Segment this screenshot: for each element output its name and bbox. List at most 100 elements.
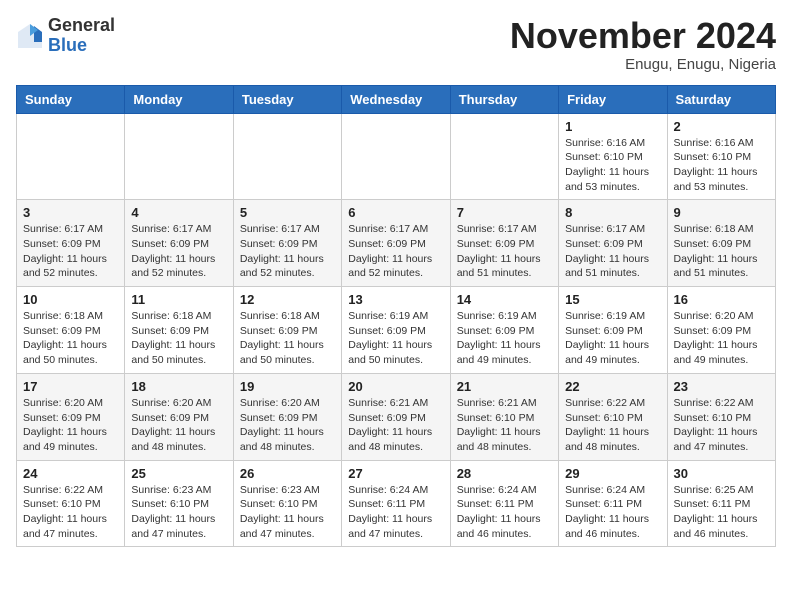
day-info: Sunrise: 6:19 AM Sunset: 6:09 PM Dayligh…	[348, 309, 443, 368]
day-info: Sunrise: 6:22 AM Sunset: 6:10 PM Dayligh…	[23, 483, 118, 542]
day-number: 26	[240, 466, 335, 481]
calendar-cell: 13 Sunrise: 6:19 AM Sunset: 6:09 PM Dayli…	[342, 287, 450, 374]
day-number: 30	[674, 466, 769, 481]
title-area: November 2024 Enugu, Enugu, Nigeria	[510, 16, 776, 73]
logo-icon	[16, 22, 44, 50]
day-info: Sunrise: 6:20 AM Sunset: 6:09 PM Dayligh…	[23, 396, 118, 455]
day-number: 20	[348, 379, 443, 394]
day-info: Sunrise: 6:16 AM Sunset: 6:10 PM Dayligh…	[565, 136, 660, 195]
day-info: Sunrise: 6:24 AM Sunset: 6:11 PM Dayligh…	[457, 483, 552, 542]
calendar-cell: 9 Sunrise: 6:18 AM Sunset: 6:09 PM Daylig…	[667, 200, 775, 287]
day-number: 10	[23, 292, 118, 307]
day-info: Sunrise: 6:24 AM Sunset: 6:11 PM Dayligh…	[565, 483, 660, 542]
day-info: Sunrise: 6:17 AM Sunset: 6:09 PM Dayligh…	[23, 222, 118, 281]
day-info: Sunrise: 6:17 AM Sunset: 6:09 PM Dayligh…	[131, 222, 226, 281]
calendar-cell: 14Sunrise: 6:19 AM Sunset: 6:09 PM Dayli…	[450, 287, 558, 374]
day-number: 23	[674, 379, 769, 394]
day-header-monday: Monday	[125, 85, 233, 113]
day-header-tuesday: Tuesday	[233, 85, 341, 113]
day-info: Sunrise: 6:19 AM Sunset: 6:09 PM Dayligh…	[565, 309, 660, 368]
day-info: Sunrise: 6:17 AM Sunset: 6:09 PM Dayligh…	[348, 222, 443, 281]
calendar-cell: 19 Sunrise: 6:20 AM Sunset: 6:09 PM Dayli…	[233, 373, 341, 460]
day-info: Sunrise: 6:20 AM Sunset: 6:09 PM Dayligh…	[240, 396, 335, 455]
day-number: 2	[674, 119, 769, 134]
day-number: 25	[131, 466, 226, 481]
day-number: 5	[240, 205, 335, 220]
day-number: 17	[23, 379, 118, 394]
logo-text: General Blue	[48, 16, 115, 56]
day-info: Sunrise: 6:18 AM Sunset: 6:09 PM Dayligh…	[240, 309, 335, 368]
logo-blue: Blue	[48, 36, 115, 56]
calendar-cell: 16 Sunrise: 6:20 AM Sunset: 6:09 PM Dayli…	[667, 287, 775, 374]
day-number: 1	[565, 119, 660, 134]
day-number: 27	[348, 466, 443, 481]
day-info: Sunrise: 6:21 AM Sunset: 6:09 PM Dayligh…	[348, 396, 443, 455]
day-info: Sunrise: 6:25 AM Sunset: 6:11 PM Dayligh…	[674, 483, 769, 542]
day-number: 7	[457, 205, 552, 220]
calendar-cell: 15 Sunrise: 6:19 AM Sunset: 6:09 PM Dayli…	[559, 287, 667, 374]
calendar-cell: 18Sunrise: 6:20 AM Sunset: 6:09 PM Dayli…	[125, 373, 233, 460]
day-number: 22	[565, 379, 660, 394]
day-info: Sunrise: 6:17 AM Sunset: 6:09 PM Dayligh…	[457, 222, 552, 281]
day-number: 18	[131, 379, 226, 394]
calendar-cell: 10 Sunrise: 6:18 AM Sunset: 6:09 PM Dayli…	[17, 287, 125, 374]
calendar-cell: 7 Sunrise: 6:17 AM Sunset: 6:09 PM Daylig…	[450, 200, 558, 287]
calendar-cell: 17 Sunrise: 6:20 AM Sunset: 6:09 PM Dayli…	[17, 373, 125, 460]
calendar-header-row: SundayMondayTuesdayWednesdayThursdayFrid…	[17, 85, 776, 113]
day-number: 24	[23, 466, 118, 481]
day-info: Sunrise: 6:22 AM Sunset: 6:10 PM Dayligh…	[674, 396, 769, 455]
calendar-week-4: 17 Sunrise: 6:20 AM Sunset: 6:09 PM Dayli…	[17, 373, 776, 460]
calendar-cell: 24 Sunrise: 6:22 AM Sunset: 6:10 PM Dayli…	[17, 460, 125, 547]
day-info: Sunrise: 6:18 AM Sunset: 6:09 PM Dayligh…	[674, 222, 769, 281]
calendar-cell	[450, 113, 558, 200]
day-info: Sunrise: 6:23 AM Sunset: 6:10 PM Dayligh…	[131, 483, 226, 542]
day-number: 29	[565, 466, 660, 481]
day-info: Sunrise: 6:20 AM Sunset: 6:09 PM Dayligh…	[674, 309, 769, 368]
day-info: Sunrise: 6:23 AM Sunset: 6:10 PM Dayligh…	[240, 483, 335, 542]
calendar-cell	[125, 113, 233, 200]
day-header-friday: Friday	[559, 85, 667, 113]
day-info: Sunrise: 6:17 AM Sunset: 6:09 PM Dayligh…	[565, 222, 660, 281]
calendar-cell: 29 Sunrise: 6:24 AM Sunset: 6:11 PM Dayli…	[559, 460, 667, 547]
day-number: 19	[240, 379, 335, 394]
calendar-cell: 2 Sunrise: 6:16 AM Sunset: 6:10 PM Daylig…	[667, 113, 775, 200]
day-number: 16	[674, 292, 769, 307]
calendar-cell: 28 Sunrise: 6:24 AM Sunset: 6:11 PM Dayli…	[450, 460, 558, 547]
day-header-saturday: Saturday	[667, 85, 775, 113]
day-number: 15	[565, 292, 660, 307]
day-number: 28	[457, 466, 552, 481]
calendar-week-1: 1 Sunrise: 6:16 AM Sunset: 6:10 PM Daylig…	[17, 113, 776, 200]
day-info: Sunrise: 6:24 AM Sunset: 6:11 PM Dayligh…	[348, 483, 443, 542]
calendar-cell: 12 Sunrise: 6:18 AM Sunset: 6:09 PM Dayli…	[233, 287, 341, 374]
calendar-cell: 1 Sunrise: 6:16 AM Sunset: 6:10 PM Daylig…	[559, 113, 667, 200]
calendar-cell: 8 Sunrise: 6:17 AM Sunset: 6:09 PM Daylig…	[559, 200, 667, 287]
calendar-cell: 27 Sunrise: 6:24 AM Sunset: 6:11 PM Dayli…	[342, 460, 450, 547]
day-number: 21	[457, 379, 552, 394]
calendar-cell	[233, 113, 341, 200]
day-number: 6	[348, 205, 443, 220]
calendar-cell: 25 Sunrise: 6:23 AM Sunset: 6:10 PM Dayli…	[125, 460, 233, 547]
day-info: Sunrise: 6:19 AM Sunset: 6:09 PM Dayligh…	[457, 309, 552, 368]
day-header-sunday: Sunday	[17, 85, 125, 113]
calendar-cell: 23 Sunrise: 6:22 AM Sunset: 6:10 PM Dayli…	[667, 373, 775, 460]
calendar-cell	[342, 113, 450, 200]
location: Enugu, Enugu, Nigeria	[510, 56, 776, 73]
calendar-cell	[17, 113, 125, 200]
day-info: Sunrise: 6:16 AM Sunset: 6:10 PM Dayligh…	[674, 136, 769, 195]
calendar-week-3: 10 Sunrise: 6:18 AM Sunset: 6:09 PM Dayli…	[17, 287, 776, 374]
day-number: 9	[674, 205, 769, 220]
calendar-cell: 20 Sunrise: 6:21 AM Sunset: 6:09 PM Dayli…	[342, 373, 450, 460]
calendar-cell: 21Sunrise: 6:21 AM Sunset: 6:10 PM Dayli…	[450, 373, 558, 460]
calendar-table: SundayMondayTuesdayWednesdayThursdayFrid…	[16, 85, 776, 548]
day-number: 8	[565, 205, 660, 220]
day-info: Sunrise: 6:18 AM Sunset: 6:09 PM Dayligh…	[23, 309, 118, 368]
calendar-cell: 4Sunrise: 6:17 AM Sunset: 6:09 PM Daylig…	[125, 200, 233, 287]
day-info: Sunrise: 6:17 AM Sunset: 6:09 PM Dayligh…	[240, 222, 335, 281]
page-header: General Blue November 2024 Enugu, Enugu,…	[16, 16, 776, 73]
calendar-cell: 5 Sunrise: 6:17 AM Sunset: 6:09 PM Daylig…	[233, 200, 341, 287]
day-number: 12	[240, 292, 335, 307]
calendar-cell: 3Sunrise: 6:17 AM Sunset: 6:09 PM Daylig…	[17, 200, 125, 287]
day-number: 13	[348, 292, 443, 307]
day-header-thursday: Thursday	[450, 85, 558, 113]
day-number: 11	[131, 292, 226, 307]
